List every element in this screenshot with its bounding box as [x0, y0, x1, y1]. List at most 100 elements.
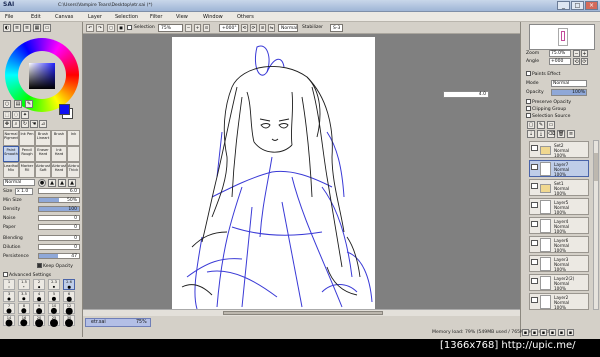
blending-slider[interactable]: 0 [38, 235, 80, 241]
delete-layer-icon[interactable]: 🗑 [557, 130, 565, 138]
brush-size-cell[interactable]: 3.5 [18, 291, 30, 302]
zoom-input[interactable]: 75.0% [549, 50, 571, 57]
brush-size-cell[interactable]: 8 [18, 303, 30, 314]
paint-effect-header[interactable]: Paints Effect [526, 71, 560, 77]
layer-item[interactable]: Set2 Normal 100% [529, 141, 589, 158]
rotate-reset-icon[interactable]: ⊘ [259, 24, 266, 32]
opacity-slider[interactable]: 100% [551, 89, 587, 96]
primary-color-swatch[interactable] [59, 104, 70, 115]
color-wheel-tab-icon[interactable]: ◐ [3, 24, 11, 32]
layer-item[interactable]: Layer5 Normal 100% [529, 198, 589, 215]
brush-size-cell[interactable]: 6 [63, 291, 75, 302]
palette-icon[interactable]: ▤ [14, 100, 22, 108]
brush-size-cell[interactable]: 9 [33, 303, 45, 314]
menu-layer[interactable]: Layer [88, 14, 102, 20]
layer-scroll-thumb[interactable] [594, 153, 598, 181]
brush-size-cell[interactable]: 4 [33, 291, 45, 302]
tool-ink-hard[interactable]: Ink Hard [51, 146, 67, 162]
tool-marker-fill[interactable]: Marker Fill [19, 162, 35, 178]
horizontal-scroll-thumb[interactable] [223, 311, 383, 315]
rotate-icon[interactable]: ↻ [21, 120, 29, 128]
menu-edit[interactable]: Edit [31, 14, 41, 20]
eye-icon[interactable] [531, 164, 538, 170]
brush-size-cell[interactable]: 7 [3, 303, 15, 314]
tool-airbrush-soft[interactable]: Airbrush Soft [35, 162, 51, 178]
magic-wand-icon[interactable]: ✦ [21, 111, 29, 119]
undo-icon[interactable]: ↶ [86, 24, 94, 32]
nav-zoom-out-icon[interactable]: − [573, 50, 580, 57]
hsv-slider-tab-icon[interactable]: ≡ [23, 24, 31, 32]
eye-icon[interactable] [531, 278, 538, 284]
preserve-opacity-checkbox[interactable]: Preserve Opacity [526, 99, 571, 105]
status-icon-2[interactable]: ▪ [531, 329, 538, 336]
minimize-button[interactable]: _ [557, 1, 570, 10]
tool-leadhold-mix[interactable]: Leadhold Mix [3, 162, 19, 178]
brush-size-cell[interactable]: 14 [3, 315, 15, 327]
menu-filter[interactable]: Filter [150, 14, 162, 20]
menu-file[interactable]: File [5, 14, 13, 20]
brush-blend-select[interactable]: Normal [3, 179, 35, 186]
move-icon[interactable]: ✥ [3, 120, 11, 128]
eye-icon[interactable] [531, 221, 538, 227]
eye-icon[interactable] [531, 183, 538, 189]
merge-down-icon[interactable]: ⤓ [537, 130, 545, 138]
layer-item[interactable]: Layer2 Normal 100% [529, 293, 589, 310]
shape-hard-icon[interactable]: ▲ [68, 179, 76, 187]
min-size-slider[interactable]: 50% [38, 197, 80, 203]
transfer-down-icon[interactable]: ⇣ [527, 130, 535, 138]
stabilizer-select[interactable]: S-3 [330, 24, 343, 32]
drawing-canvas[interactable] [172, 37, 375, 312]
layer-item[interactable]: Layer6 Normal 100% [529, 236, 589, 253]
status-icon-4[interactable]: ▪ [549, 329, 556, 336]
keep-opacity-checkbox[interactable]: Keep Opacity [37, 263, 73, 269]
layer-item[interactable]: Layer2(2) Normal 100% [529, 274, 589, 291]
zoom-reset-icon[interactable]: ⊙ [203, 24, 210, 32]
status-icon-3[interactable]: ▪ [540, 329, 547, 336]
brush-size-cell[interactable]: 1.5 [18, 279, 30, 290]
status-icon-1[interactable]: ▪ [522, 329, 529, 336]
eyedropper-icon[interactable]: ⊿ [39, 120, 47, 128]
invert-selection-icon[interactable]: ◼ [117, 24, 125, 32]
new-layer-icon[interactable]: ▢ [527, 121, 535, 129]
size-multiplier-select[interactable]: x 1.0 [15, 188, 33, 195]
layer-item[interactable]: Set1 Normal 100% [529, 179, 589, 196]
rotate-right-icon[interactable]: ⟳ [250, 24, 257, 32]
layer-scrollbar[interactable] [593, 140, 599, 310]
tool-normal-pigment[interactable]: Normal Pigment [3, 130, 19, 146]
canvas-viewport[interactable]: 4.0 [83, 34, 520, 316]
layer-item[interactable]: Layer7 Normal 100% [529, 160, 589, 177]
horizontal-scrollbar[interactable] [83, 309, 520, 316]
selection-icon[interactable]: ⬚ [3, 111, 11, 119]
navigator-preview[interactable] [529, 24, 595, 50]
advanced-settings-toggle[interactable]: Advanced Settings [3, 272, 51, 278]
status-icon-5[interactable]: ▪ [558, 329, 565, 336]
selection-checkbox-icon[interactable] [127, 25, 133, 31]
file-tab[interactable]: etr.sai 75% [85, 318, 151, 327]
menu-canvas[interactable]: Canvas [55, 14, 73, 20]
brush-size-cell[interactable]: 3 [3, 291, 15, 302]
menu-selection[interactable]: Selection [115, 14, 138, 20]
brush-size-cell[interactable]: 1 [3, 279, 15, 290]
clipping-group-checkbox[interactable]: Clipping Group [526, 106, 566, 112]
rotate-left-icon[interactable]: ⟲ [241, 24, 248, 32]
layer-item[interactable]: Layer4 Normal 100% [529, 217, 589, 234]
external-value-field[interactable]: 4.0 [443, 91, 489, 98]
persistence-slider[interactable]: 47 [38, 253, 80, 259]
tool-eraser-hard[interactable]: Eraser Hard [35, 146, 51, 162]
lasso-icon[interactable]: ◌ [12, 111, 20, 119]
paper-slider[interactable]: 0 [38, 224, 80, 230]
new-folder-icon[interactable]: ▭ [547, 121, 555, 129]
picker-icon[interactable]: ✎ [25, 100, 33, 108]
nav-zoom-in-icon[interactable]: + [581, 50, 588, 57]
deselect-icon[interactable]: ◻ [107, 24, 115, 32]
tool-airbrush-thick[interactable]: Airbrush Thick [67, 162, 80, 178]
brush-size-cell[interactable]: 10 [48, 303, 60, 315]
blend-mode-select[interactable]: Normal [278, 24, 298, 32]
tool-paint-smooth[interactable]: Paint Smooth [3, 146, 19, 162]
saturation-value-square[interactable] [29, 63, 55, 89]
density-slider[interactable]: 100 [38, 206, 80, 212]
layer-mode-select[interactable]: Normal [551, 80, 587, 87]
layer-props-icon[interactable]: ≡ [567, 130, 575, 138]
nav-rotate-left-icon[interactable]: ⟲ [573, 58, 580, 65]
nav-rotate-right-icon[interactable]: ⟳ [581, 58, 588, 65]
